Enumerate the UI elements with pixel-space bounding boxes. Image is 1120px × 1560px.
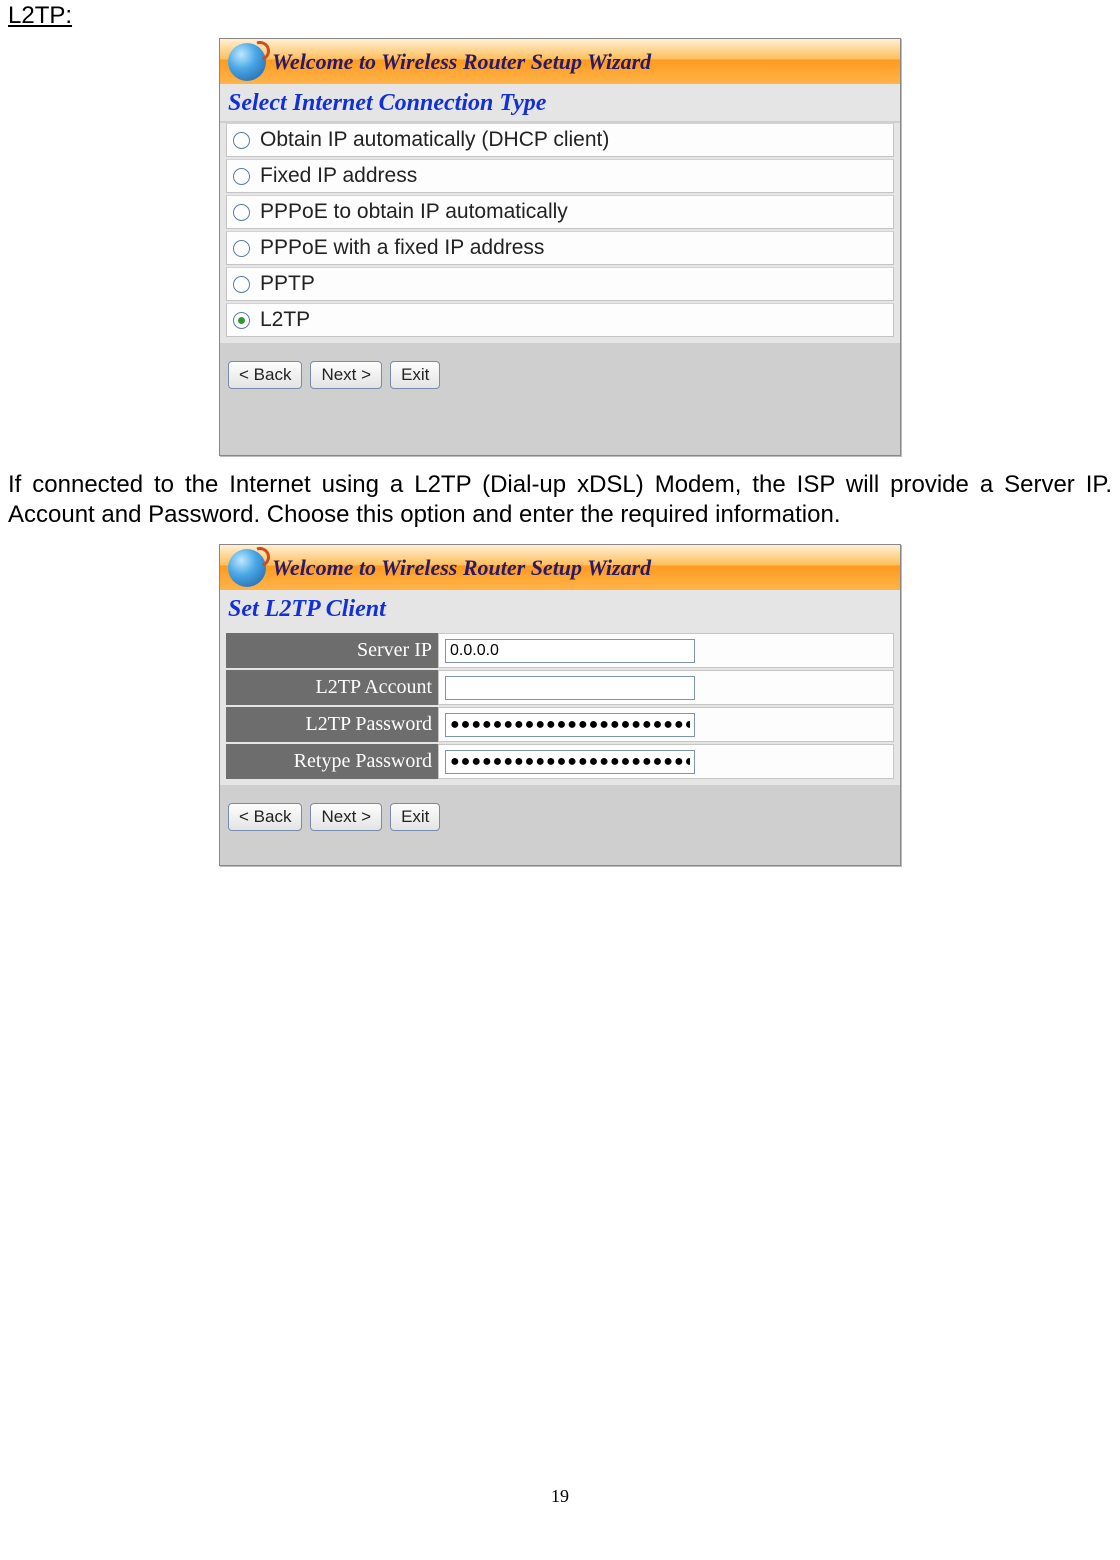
option-label: Obtain IP automatically (DHCP client) — [260, 128, 609, 152]
l2tp-password-input[interactable] — [445, 713, 695, 737]
back-button[interactable]: < Back — [228, 803, 302, 831]
globe-icon — [228, 549, 266, 587]
input-wrap — [438, 707, 894, 742]
button-row: < Back Next > Exit — [220, 785, 900, 837]
next-button[interactable]: Next > — [310, 803, 382, 831]
input-wrap — [438, 670, 894, 705]
page-number: 19 — [8, 1486, 1112, 1507]
option-pptp[interactable]: PPTP — [226, 267, 894, 301]
options-list: Obtain IP automatically (DHCP client) Fi… — [220, 123, 900, 343]
row-server-ip: Server IP — [226, 633, 894, 668]
label-l2tp-account: L2TP Account — [226, 670, 438, 705]
row-l2tp-password: L2TP Password — [226, 707, 894, 742]
radio-icon[interactable] — [233, 312, 250, 329]
option-pppoe-auto[interactable]: PPPoE to obtain IP automatically — [226, 195, 894, 229]
server-ip-input[interactable] — [445, 639, 695, 663]
form-table: Server IP L2TP Account L2TP Password Ret… — [220, 627, 900, 785]
radio-icon[interactable] — [233, 168, 250, 185]
panel-subheader: Set L2TP Client — [220, 590, 900, 627]
option-fixed-ip[interactable]: Fixed IP address — [226, 159, 894, 193]
label-retype-password: Retype Password — [226, 744, 438, 779]
panel-subheader: Select Internet Connection Type — [220, 84, 900, 121]
row-retype-password: Retype Password — [226, 744, 894, 779]
radio-icon[interactable] — [233, 132, 250, 149]
wizard-header: Welcome to Wireless Router Setup Wizard — [220, 39, 900, 84]
globe-icon — [228, 43, 266, 81]
button-row: < Back Next > Exit — [220, 343, 900, 395]
label-l2tp-password: L2TP Password — [226, 707, 438, 742]
option-label: PPPoE to obtain IP automatically — [260, 200, 568, 224]
option-label: PPPoE with a fixed IP address — [260, 236, 544, 260]
option-dhcp[interactable]: Obtain IP automatically (DHCP client) — [226, 123, 894, 157]
option-l2tp[interactable]: L2TP — [226, 303, 894, 337]
row-l2tp-account: L2TP Account — [226, 670, 894, 705]
wizard-panel-l2tp-client: Welcome to Wireless Router Setup Wizard … — [219, 544, 901, 866]
option-label: Fixed IP address — [260, 164, 417, 188]
radio-icon[interactable] — [233, 240, 250, 257]
input-wrap — [438, 744, 894, 779]
exit-button[interactable]: Exit — [390, 803, 440, 831]
section-heading: L2TP: — [8, 2, 1112, 30]
radio-icon[interactable] — [233, 276, 250, 293]
back-button[interactable]: < Back — [228, 361, 302, 389]
option-label: PPTP — [260, 272, 315, 296]
option-label: L2TP — [260, 308, 310, 332]
radio-icon[interactable] — [233, 204, 250, 221]
wizard-title: Welcome to Wireless Router Setup Wizard — [272, 49, 651, 75]
next-button[interactable]: Next > — [310, 361, 382, 389]
input-wrap — [438, 633, 894, 668]
wizard-panel-connection-type: Welcome to Wireless Router Setup Wizard … — [219, 38, 901, 456]
wizard-title: Welcome to Wireless Router Setup Wizard — [272, 555, 651, 581]
option-pppoe-fixed[interactable]: PPPoE with a fixed IP address — [226, 231, 894, 265]
retype-password-input[interactable] — [445, 750, 695, 774]
body-paragraph: If connected to the Internet using a L2T… — [8, 470, 1112, 530]
label-server-ip: Server IP — [226, 633, 438, 668]
exit-button[interactable]: Exit — [390, 361, 440, 389]
l2tp-account-input[interactable] — [445, 676, 695, 700]
wizard-header: Welcome to Wireless Router Setup Wizard — [220, 545, 900, 590]
